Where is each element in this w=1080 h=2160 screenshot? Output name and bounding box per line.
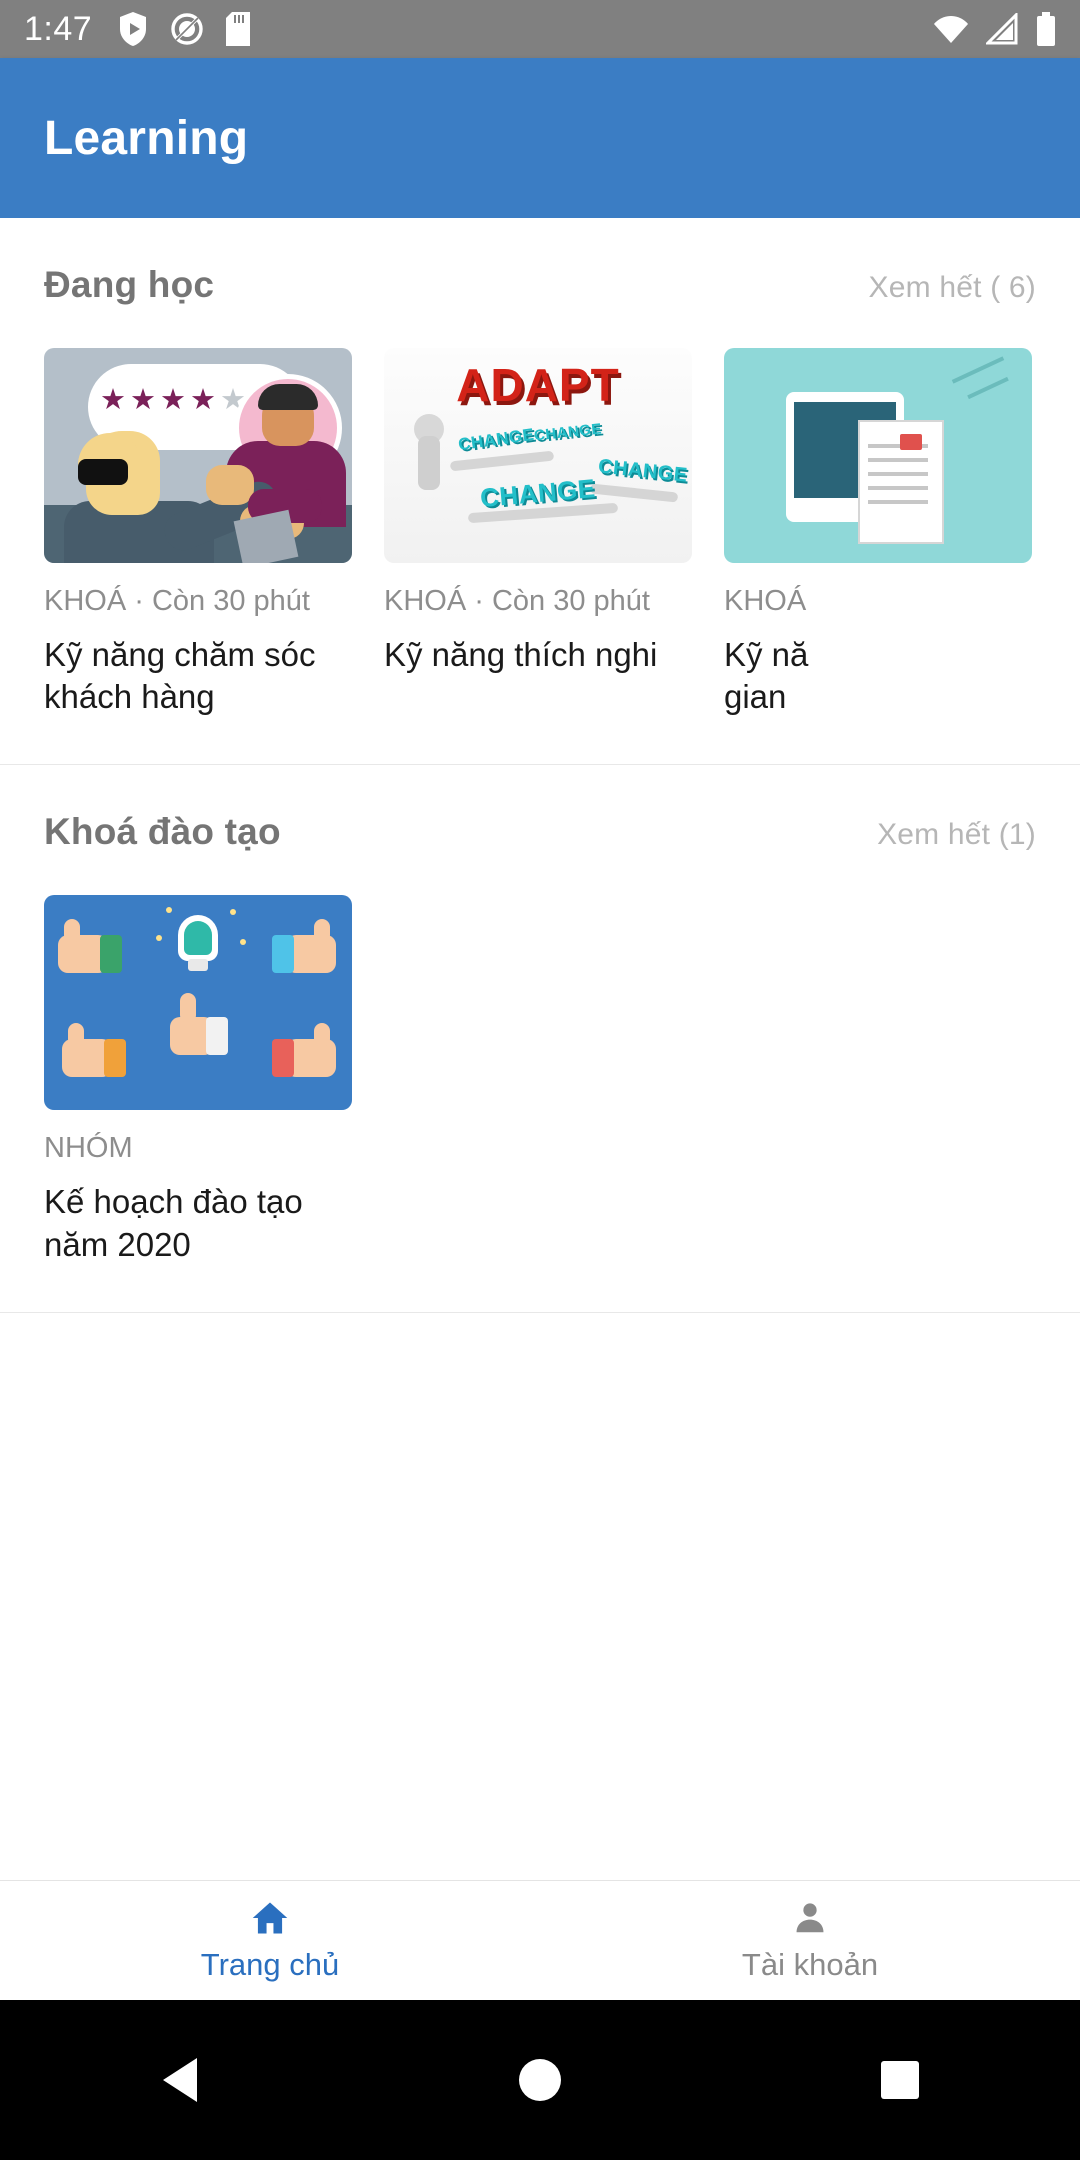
star-filled-icon: ★	[130, 384, 156, 416]
course-card[interactable]: ★ ★ ★ ★ ★ ★	[44, 348, 352, 718]
person-icon	[796, 1902, 824, 1932]
wifi-icon	[934, 16, 968, 43]
thumbs-up-icon	[58, 917, 122, 974]
document-line	[868, 500, 928, 504]
play-shield-icon	[120, 12, 147, 46]
course-rail-khoa-dao-tao[interactable]: NHÓM Kế hoạch đào tạo năm 2020	[0, 853, 1080, 1265]
decor-line	[967, 376, 1009, 400]
section-title: Khoá đào tạo	[44, 811, 281, 853]
recents-square-icon	[881, 2061, 919, 2099]
section-khoa-dao-tao: Khoá đào tạo Xem hết (1) NHÓM Kế hoạch đ…	[0, 765, 1080, 1313]
android-recents-button[interactable]	[840, 2020, 960, 2140]
figure-body	[418, 436, 440, 490]
section-dang-hoc: Đang học Xem hết ( 6) ★ ★ ★ ★ ★ KHOÁ · C…	[0, 218, 1080, 766]
star-filled-icon: ★	[190, 384, 216, 416]
star-filled-icon: ★	[100, 384, 126, 416]
android-navigation-bar[interactable]	[0, 2000, 1080, 2160]
course-title: Kế hoạch đào tạo năm 2020	[44, 1183, 303, 1263]
course-thumbnail-adapt: ADAPT CHANGE CHANGE CHANGE CHANGE	[384, 348, 692, 563]
home-icon	[252, 1901, 288, 1934]
bottom-nav-label-account: Tài khoản	[741, 1946, 879, 1982]
man-glasses	[78, 459, 128, 485]
section-divider	[0, 1311, 1080, 1313]
course-card[interactable]: ADAPT CHANGE CHANGE CHANGE CHANGE KHOÁ ·…	[384, 348, 692, 718]
thumbs-up-icon	[272, 917, 336, 974]
course-card[interactable]: KHOÁ Kỹ nă gian	[724, 348, 1032, 718]
app-screen: 1:47 Learning Đang học Xem hết (6) ★ ★ …	[0, 0, 1080, 2160]
section-see-all-link[interactable]: Xem hết (1)	[877, 818, 1036, 852]
course-meta: KHOÁ · Còn 30 phút	[384, 585, 650, 617]
sd-card-icon	[226, 12, 251, 46]
document-line	[868, 472, 928, 476]
course-meta: KHOÁ	[724, 585, 807, 617]
course-meta: KHOÁ · Còn 30 phút	[44, 585, 310, 617]
signal-icon	[986, 13, 1018, 45]
block-rail	[589, 483, 679, 503]
lightbulb-glow	[184, 921, 212, 956]
course-rail-dang-hoc[interactable]: ★ ★ ★ ★ ★ ★	[0, 306, 1080, 718]
status-bar-clock: 1:47	[24, 10, 93, 48]
course-thumbnail-time-management	[724, 348, 1032, 563]
bottom-navigation[interactable]: Trang chủ Tài khoản	[0, 1880, 1080, 2000]
bottom-nav-item-home[interactable]: Trang chủ	[0, 1881, 540, 2000]
course-title: Kỹ năng chăm sóc khách hàng	[44, 636, 316, 716]
section-header: Khoá đào tạo Xem hết (1)	[0, 765, 1080, 853]
bottom-nav-item-account[interactable]: Tài khoản	[540, 1881, 1080, 2000]
pointing-hand-icon	[170, 993, 234, 1056]
decor-line	[951, 356, 1005, 384]
change-word-label: CHANGE	[533, 420, 603, 445]
bottom-nav-label-home: Trang chủ	[200, 1946, 340, 1982]
course-thumbnail-customer-service: ★ ★ ★ ★ ★ ★	[44, 348, 352, 563]
status-bar-system-icons	[932, 12, 1056, 46]
sparkle	[230, 909, 236, 916]
main-content[interactable]: Đang học Xem hết ( 6) ★ ★ ★ ★ ★ KHOÁ · C…	[0, 218, 1080, 1890]
document-line	[868, 486, 928, 490]
thumbs-up-icon	[272, 1021, 336, 1078]
do-not-disturb-icon	[171, 13, 203, 45]
course-title: Kỹ năng thích nghi	[384, 636, 658, 673]
android-home-button[interactable]	[480, 2020, 600, 2140]
section-title: Đang học	[44, 264, 215, 305]
back-triangle-icon	[163, 2058, 197, 2102]
lightbulb-base	[188, 959, 208, 972]
android-back-button[interactable]	[120, 2020, 240, 2140]
course-meta: NHÓM	[44, 1132, 133, 1165]
change-word-label: CHANGE	[456, 424, 536, 455]
star-filled-icon: ★	[160, 384, 186, 416]
adapt-word-label: ADAPT	[456, 359, 620, 411]
document-red-mark	[900, 434, 922, 450]
status-bar-notification-icons	[118, 11, 251, 47]
course-thumbnail-thumbs-up	[44, 895, 352, 1111]
home-circle-icon	[519, 2059, 561, 2101]
sparkle	[156, 935, 162, 942]
app-bar: Learning	[0, 58, 1080, 218]
man-hand-star	[206, 465, 254, 505]
status-bar: 1:47	[0, 0, 1080, 58]
page-title: Learning	[44, 111, 249, 165]
battery-icon	[1037, 12, 1055, 46]
section-see-all-link[interactable]: Xem hết ( 6)	[869, 271, 1036, 305]
section-header: Đang học Xem hết ( 6)	[0, 218, 1080, 306]
change-word-label: CHANGE	[597, 455, 689, 487]
thumbs-up-icon	[62, 1021, 126, 1078]
sparkle	[240, 939, 246, 946]
woman-hair	[258, 384, 318, 410]
course-card[interactable]: NHÓM Kế hoạch đào tạo năm 2020	[44, 895, 352, 1265]
sparkle	[166, 907, 172, 914]
course-title: Kỹ nă gian	[724, 636, 809, 716]
document-line	[868, 458, 928, 462]
